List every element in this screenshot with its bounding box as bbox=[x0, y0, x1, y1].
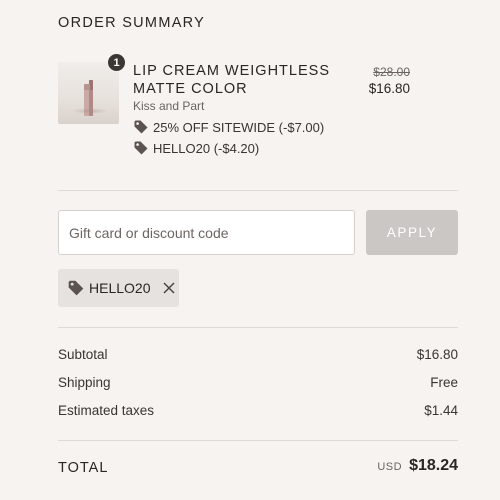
discount-line: 25% OFF SITEWIDE (-$7.00) bbox=[133, 118, 324, 136]
discount-line: HELLO20 (-$4.20) bbox=[133, 139, 259, 157]
applied-code-label: HELLO20 bbox=[89, 280, 151, 296]
tag-icon bbox=[134, 120, 148, 134]
discount-label: HELLO20 (-$4.20) bbox=[153, 140, 260, 156]
product-thumbnail bbox=[58, 62, 119, 124]
original-price: $28.00 bbox=[373, 65, 410, 79]
sale-price: $16.80 bbox=[368, 81, 410, 96]
taxes-row: Estimated taxes $1.44 bbox=[58, 403, 458, 418]
divider bbox=[58, 327, 458, 328]
tag-icon bbox=[134, 141, 148, 155]
divider bbox=[58, 440, 458, 441]
lip-cream-image bbox=[84, 80, 93, 116]
tag-icon bbox=[67, 279, 85, 297]
total-value: $18.24 bbox=[409, 457, 458, 474]
applied-discount-chip: HELLO20 bbox=[58, 269, 179, 307]
subtotal-value: $16.80 bbox=[416, 347, 458, 362]
discount-label: 25% OFF SITEWIDE (-$7.00) bbox=[153, 119, 325, 135]
subtotal-label: Subtotal bbox=[58, 347, 108, 362]
shipping-label: Shipping bbox=[58, 375, 111, 390]
taxes-label: Estimated taxes bbox=[58, 403, 155, 418]
quantity-badge: 1 bbox=[107, 53, 126, 72]
total-label: TOTAL bbox=[58, 460, 109, 476]
currency-code: USD bbox=[377, 461, 403, 473]
shipping-value: Free bbox=[430, 375, 458, 390]
order-summary-title: ORDER SUMMARY bbox=[58, 15, 206, 31]
subtotal-row: Subtotal $16.80 bbox=[58, 347, 458, 362]
discount-code-input[interactable] bbox=[58, 210, 355, 255]
shipping-row: Shipping Free bbox=[58, 375, 458, 390]
product-name: LIP CREAM WEIGHTLESS MATTE COLOR bbox=[133, 63, 330, 97]
close-icon[interactable] bbox=[162, 281, 176, 295]
apply-button[interactable]: APPLY bbox=[366, 210, 458, 255]
taxes-value: $1.44 bbox=[424, 403, 458, 418]
product-brand: Kiss and Part bbox=[133, 99, 205, 113]
divider bbox=[58, 190, 458, 191]
total-amount: USD $18.24 bbox=[377, 457, 458, 475]
